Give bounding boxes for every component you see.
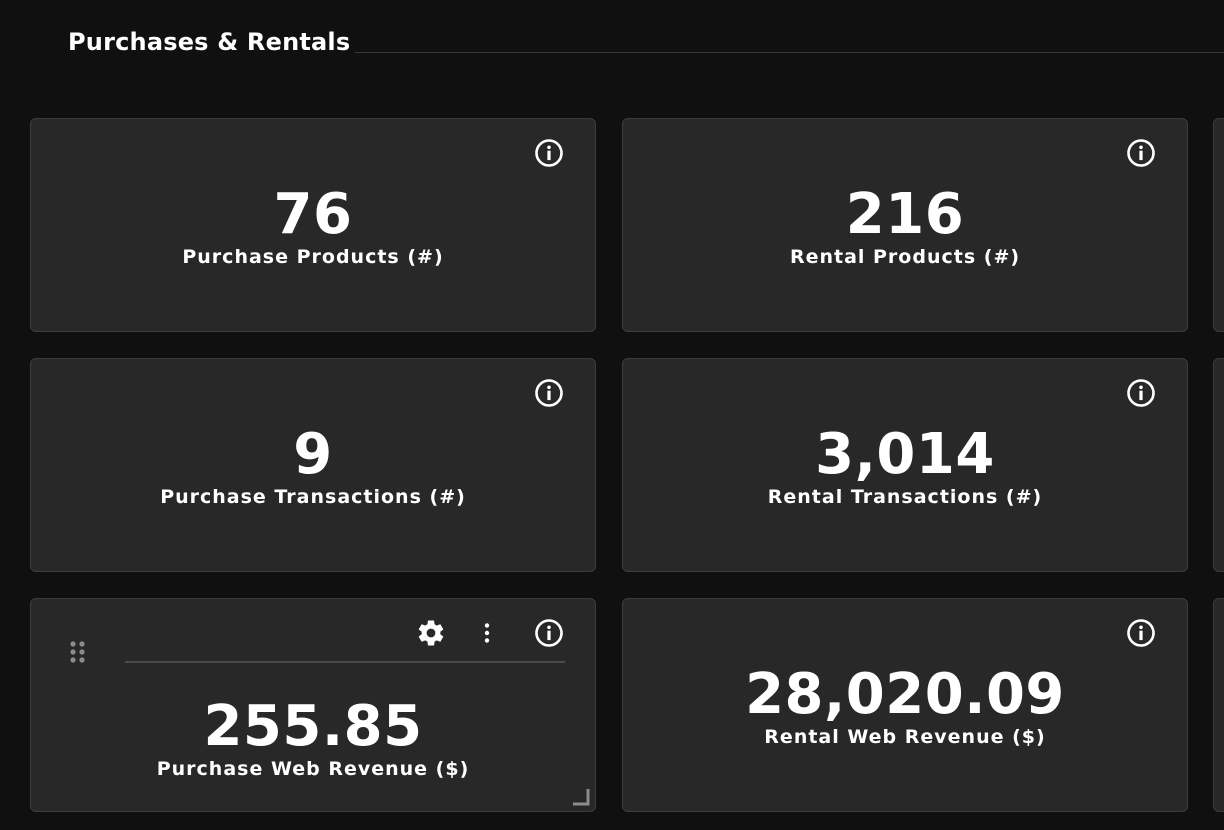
- gear-icon[interactable]: [416, 618, 446, 648]
- metric: 255.85 Purchase Web Revenue ($): [31, 697, 595, 781]
- info-icon[interactable]: [534, 138, 564, 168]
- resize-handle-icon[interactable]: [571, 787, 591, 807]
- metric-label: Purchase Transactions (#): [160, 486, 466, 508]
- metric: 3,014 Rental Transactions (#): [623, 425, 1187, 509]
- card-purchase-products[interactable]: 76 Purchase Products (#): [30, 118, 596, 332]
- metric-label: Rental Web Revenue ($): [764, 726, 1046, 748]
- metric: 76 Purchase Products (#): [31, 185, 595, 269]
- metric-value: 28,020.09: [745, 662, 1065, 727]
- card-purchase-web-revenue[interactable]: 255.85 Purchase Web Revenue ($): [30, 598, 596, 812]
- metric-label: Rental Products (#): [789, 246, 1021, 268]
- card-partial[interactable]: [1213, 118, 1224, 332]
- metric: 28,020.09 Rental Web Revenue ($): [623, 665, 1187, 749]
- section-title: Purchases & Rentals: [68, 28, 351, 56]
- metric-value: 255.85: [203, 694, 423, 759]
- info-icon[interactable]: [1126, 378, 1156, 408]
- metric-label: Purchase Products (#): [182, 246, 444, 268]
- metric-value: 9: [293, 422, 333, 487]
- card-partial[interactable]: [1213, 598, 1224, 812]
- drag-handle-icon[interactable]: [67, 639, 89, 669]
- info-icon[interactable]: [534, 618, 564, 648]
- metric: 216 Rental Products (#): [623, 185, 1187, 269]
- section-header: Purchases & Rentals: [68, 26, 350, 58]
- kebab-menu-icon[interactable]: [472, 618, 502, 648]
- metric-label: Rental Transactions (#): [767, 486, 1043, 508]
- metric-value: 3,014: [815, 422, 995, 487]
- card-rental-products[interactable]: 216 Rental Products (#): [622, 118, 1188, 332]
- info-icon[interactable]: [534, 378, 564, 408]
- card-partial[interactable]: [1213, 358, 1224, 572]
- card-rental-web-revenue[interactable]: 28,020.09 Rental Web Revenue ($): [622, 598, 1188, 812]
- metric-value: 76: [273, 182, 353, 247]
- info-icon[interactable]: [1126, 138, 1156, 168]
- info-icon[interactable]: [1126, 618, 1156, 648]
- card-toolbar-divider: [125, 661, 565, 663]
- metric-label: Purchase Web Revenue ($): [156, 758, 470, 780]
- card-rental-transactions[interactable]: 3,014 Rental Transactions (#): [622, 358, 1188, 572]
- card-purchase-transactions[interactable]: 9 Purchase Transactions (#): [30, 358, 596, 572]
- metric: 9 Purchase Transactions (#): [31, 425, 595, 509]
- metric-value: 216: [845, 182, 965, 247]
- section-divider: [355, 52, 1224, 53]
